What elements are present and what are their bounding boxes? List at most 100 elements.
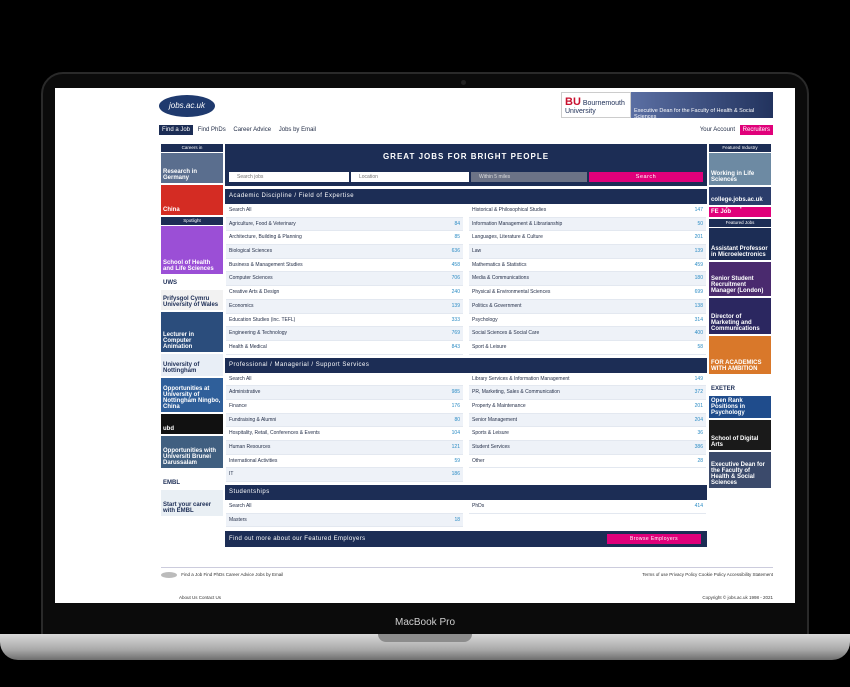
side-tile[interactable]: Research in Germany bbox=[161, 153, 223, 183]
side-tile[interactable]: EMBL bbox=[161, 470, 223, 488]
category-row[interactable]: Psychology 314 bbox=[469, 314, 706, 328]
category-count: 636 bbox=[451, 248, 460, 255]
category-name: Physical & Environmental Sciences bbox=[472, 289, 551, 296]
category-row[interactable]: Business & Management Studies 458 bbox=[226, 259, 463, 273]
category-row[interactable]: Hospitality, Retail, Conferences & Event… bbox=[226, 427, 463, 441]
category-row[interactable]: Sports & Leisure 36 bbox=[469, 427, 706, 441]
recruiters-button[interactable]: Recruiters bbox=[739, 125, 773, 135]
category-row[interactable]: Senior Management 204 bbox=[469, 413, 706, 428]
side-tile[interactable]: Start your career with EMBL bbox=[161, 490, 223, 516]
side-tile[interactable]: Senior Student Recruitment Manager (Lond… bbox=[709, 262, 771, 296]
category-row[interactable]: Finance 176 bbox=[226, 400, 463, 414]
category-name: Media & Communications bbox=[472, 275, 529, 282]
category-count: 80 bbox=[454, 416, 460, 423]
category-count: 186 bbox=[451, 471, 460, 478]
side-tile[interactable]: Working in Life Sciences bbox=[709, 153, 771, 185]
category-row[interactable]: Media & Communications 180 bbox=[469, 272, 706, 287]
category-row[interactable]: Biological Sciences 636 bbox=[226, 245, 463, 259]
category-row[interactable]: Politics & Government 138 bbox=[469, 299, 706, 314]
distance-select[interactable]: Within 5 miles bbox=[471, 172, 587, 182]
category-count: 28 bbox=[697, 457, 703, 464]
category-row[interactable]: Economics 139 bbox=[226, 299, 463, 314]
copyright: Copyright © jobs.ac.uk 1998 - 2021 bbox=[702, 595, 773, 600]
category-row[interactable]: PhDs 414 bbox=[469, 500, 706, 514]
location-input[interactable] bbox=[351, 172, 469, 182]
category-row[interactable]: Student Services 386 bbox=[469, 441, 706, 455]
side-tile[interactable]: Prifysgol Cymru University of Wales bbox=[161, 290, 223, 310]
category-row[interactable]: Health & Medical 843 bbox=[226, 341, 463, 355]
side-tile[interactable]: Assistant Professor in Microelectronics bbox=[709, 228, 771, 260]
category-row[interactable]: Human Resources 121 bbox=[226, 441, 463, 455]
category-row[interactable]: Engineering & Technology 769 bbox=[226, 327, 463, 341]
site-logo[interactable]: jobs.ac.uk bbox=[159, 95, 215, 117]
nav-find-phds[interactable]: Find PhDs bbox=[195, 125, 229, 135]
side-tile[interactable]: UWS bbox=[161, 276, 223, 288]
side-tile[interactable]: School of Digital Arts bbox=[709, 420, 771, 450]
search-button[interactable]: Search bbox=[589, 172, 703, 182]
category-name: PR, Marketing, Sales & Communication bbox=[472, 389, 560, 396]
side-tile[interactable]: Opportunities at University of Nottingha… bbox=[161, 378, 223, 412]
side-tile[interactable]: college.jobs.ac.uk bbox=[709, 187, 771, 205]
category-row[interactable]: Library Services & Information Managemen… bbox=[469, 373, 706, 387]
category-row[interactable]: Languages, Literature & Culture 201 bbox=[469, 231, 706, 246]
side-tile-label: Opportunities at University of Nottingha… bbox=[163, 386, 221, 410]
side-tile[interactable]: Executive Dean for the Faculty of Health… bbox=[709, 452, 771, 488]
side-tile[interactable]: FOR ACADEMICS WITH AMBITION bbox=[709, 336, 771, 374]
category-name: Politics & Government bbox=[472, 302, 522, 309]
category-row[interactable]: Search All bbox=[226, 373, 463, 387]
category-row[interactable]: Architecture, Building & Planning 85 bbox=[226, 231, 463, 246]
camera bbox=[461, 80, 466, 85]
category-row[interactable]: PR, Marketing, Sales & Communication 372 bbox=[469, 386, 706, 400]
side-tile[interactable]: Director of Marketing and Communications bbox=[709, 298, 771, 334]
side-tile[interactable]: Lecturer in Computer Animation bbox=[161, 312, 223, 352]
category-row[interactable]: Computer Sciences 706 bbox=[226, 272, 463, 287]
footer-links[interactable]: Find a Job Find PhDs Career Advice Jobs … bbox=[181, 572, 283, 577]
category-row[interactable]: Masters 18 bbox=[226, 513, 463, 528]
category-row[interactable]: Other 28 bbox=[469, 455, 706, 469]
category-row[interactable]: Physical & Environmental Sciences 699 bbox=[469, 286, 706, 300]
search-input[interactable] bbox=[229, 172, 349, 182]
category-row[interactable]: Social Sciences & Social Care 400 bbox=[469, 327, 706, 341]
side-tile[interactable]: China bbox=[161, 185, 223, 215]
category-count: 36 bbox=[697, 430, 703, 437]
your-account-link[interactable]: Your Account bbox=[697, 125, 738, 135]
side-tile[interactable]: Find your perfect FE Job bbox=[709, 207, 771, 217]
side-tile[interactable]: University of Nottingham bbox=[161, 354, 223, 376]
category-count: 104 bbox=[451, 430, 460, 437]
side-tile[interactable]: ubd bbox=[161, 414, 223, 434]
side-tile-label: Lecturer in Computer Animation bbox=[163, 332, 195, 350]
category-row[interactable]: Historical & Philosophical Studies 147 bbox=[469, 204, 706, 218]
nav-right: Your Account Recruiters bbox=[697, 125, 773, 135]
category-row[interactable]: Creative Arts & Design 240 bbox=[226, 286, 463, 300]
category-row[interactable]: Agriculture, Food & Veterinary 84 bbox=[226, 217, 463, 232]
nav-career-advice[interactable]: Career Advice bbox=[230, 125, 274, 135]
category-name: Finance bbox=[229, 402, 247, 409]
side-tile[interactable]: Open Rank Positions in Psychology bbox=[709, 396, 771, 418]
category-row[interactable]: Fundraising & Alumni 80 bbox=[226, 413, 463, 428]
category-row[interactable]: Search All bbox=[226, 204, 463, 218]
category-row[interactable]: Education Studies (inc. TEFL) 333 bbox=[226, 314, 463, 328]
category-name: Business & Management Studies bbox=[229, 261, 303, 268]
side-tile[interactable]: EXETER bbox=[709, 376, 771, 394]
side-tile[interactable]: Opportunities with Universiti Brunei Dar… bbox=[161, 436, 223, 468]
category-row[interactable]: Law 139 bbox=[469, 245, 706, 259]
nav-jobs-by-email[interactable]: Jobs by Email bbox=[276, 125, 319, 135]
category-row[interactable]: International Activities 59 bbox=[226, 455, 463, 469]
header-ad-banner[interactable]: BU Bournemouth University Executive Dean… bbox=[561, 92, 773, 120]
category-row[interactable]: Information Management & Librarianship 50 bbox=[469, 217, 706, 232]
category-row[interactable]: Mathematics & Statistics 459 bbox=[469, 259, 706, 273]
nav-find-a-job[interactable]: Find a Job bbox=[159, 125, 194, 135]
category-count: 176 bbox=[451, 402, 460, 409]
category-row[interactable]: Sport & Leisure 58 bbox=[469, 341, 706, 355]
footer-legal[interactable]: Terms of use Privacy Policy Cookie Polic… bbox=[642, 572, 773, 577]
category-grid: Search All Administrative 985 Finance 176 Fun… bbox=[225, 373, 707, 483]
browse-employers-button[interactable]: Browse Employers bbox=[607, 534, 701, 545]
category-row[interactable]: IT 186 bbox=[226, 468, 463, 483]
category-row[interactable]: Property & Maintenance 201 bbox=[469, 400, 706, 414]
footer-about[interactable]: About Us Contact Us bbox=[179, 595, 221, 600]
category-row[interactable]: Search All bbox=[226, 500, 463, 514]
side-tile[interactable]: School of Health and Life Sciences bbox=[161, 226, 223, 274]
category-count: 147 bbox=[694, 207, 703, 213]
category-count: 459 bbox=[694, 261, 703, 268]
category-row[interactable]: Administrative 985 bbox=[226, 386, 463, 400]
